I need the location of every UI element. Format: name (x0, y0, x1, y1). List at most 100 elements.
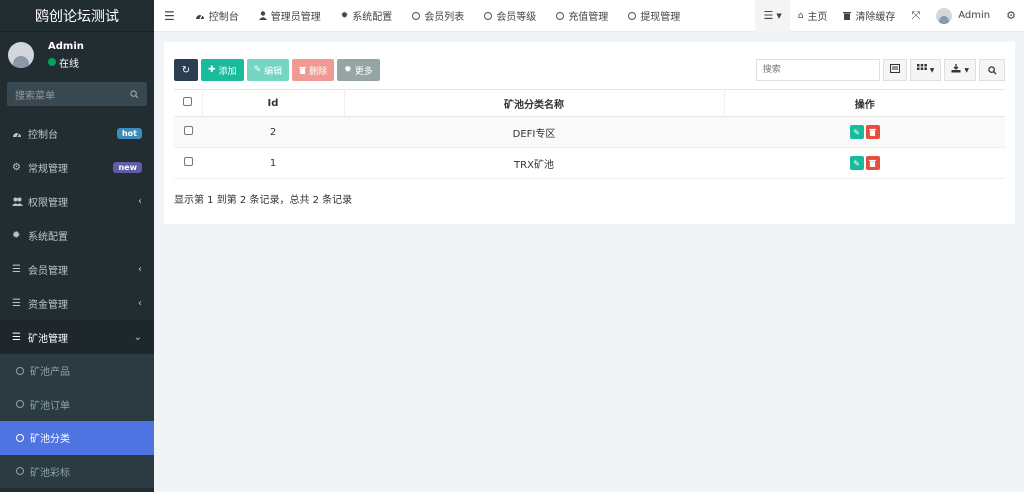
gear-icon: ✹ (344, 65, 352, 75)
nav-tab-member-list[interactable]: 会员列表 (402, 0, 474, 32)
circle-icon (16, 433, 24, 442)
data-table: Id 矿池分类名称 操作 2 DEFI专区 ✎ 1 TRX矿池 ✎ (174, 89, 1005, 179)
admin-user-menu[interactable]: Admin (928, 0, 998, 32)
cell-name: DEFI专区 (344, 116, 724, 148)
circle-icon (412, 11, 421, 20)
circle-icon (484, 11, 493, 20)
select-all-cell (174, 89, 203, 117)
export-dropdown-button[interactable]: ▼ (944, 59, 976, 81)
nav-tab-withdraw[interactable]: 提现管理 (618, 0, 690, 32)
toggle-view-button[interactable] (882, 59, 907, 81)
user-panel: Admin 在线 (0, 32, 154, 78)
sidebar-subitem-pool-categories[interactable]: 矿池分类 (0, 421, 154, 455)
column-header-id[interactable]: Id (202, 89, 345, 117)
circle-icon (556, 11, 565, 20)
badge-new: new (113, 161, 142, 173)
home-link[interactable]: ⌂ 主页 (790, 0, 836, 32)
refresh-icon: ↻ (181, 64, 191, 76)
row-delete-button[interactable] (865, 125, 880, 139)
top-navbar: ☰ 控制台 管理员管理 ✹ 系统配置 会员列表 会员等级 充值管理 提现管理 ☰ ▼… (154, 0, 1024, 32)
nav-tab-system-config[interactable]: ✹ 系统配置 (331, 0, 403, 32)
refresh-button[interactable]: ↻ (174, 59, 198, 81)
gear-icon: ✹ (340, 10, 349, 21)
plus-icon: ✚ (208, 65, 216, 75)
search-button[interactable] (979, 59, 1005, 81)
list-icon: ☰ (12, 263, 21, 275)
circle-icon (16, 400, 24, 409)
sidebar-item-mining-pool[interactable]: ☰ 矿池管理 ⌄ (0, 320, 154, 354)
chevron-left-icon: ‹ (138, 195, 142, 207)
cogs-icon: ⚙ (12, 161, 21, 173)
hamburger-icon: ☰ (164, 8, 175, 23)
sidebar-toggle-button[interactable]: ☰ (154, 0, 185, 32)
row-checkbox[interactable] (183, 126, 193, 135)
circle-icon (628, 11, 637, 20)
clear-cache-button[interactable]: 清除缓存 (835, 0, 903, 32)
pencil-icon: ✎ (853, 158, 860, 168)
nav-tabs-dropdown-button[interactable]: ☰ ▼ (755, 0, 790, 32)
row-edit-button[interactable]: ✎ (849, 125, 864, 139)
row-edit-button[interactable]: ✎ (849, 156, 864, 170)
nav-tab-recharge[interactable]: 充值管理 (546, 0, 618, 32)
column-header-name[interactable]: 矿池分类名称 (344, 89, 725, 117)
row-checkbox-cell (174, 147, 202, 179)
settings-button[interactable]: ⚙ (998, 0, 1024, 32)
app-logo[interactable]: 鸥创论坛测试 (0, 0, 154, 32)
sidebar-subitem-pool-colors[interactable]: 矿池彩标 (0, 455, 154, 489)
search-icon (130, 89, 139, 99)
columns-dropdown-button[interactable]: ▼ (909, 59, 942, 81)
table-toolbar: ↻ ✚ 添加 ✎ 编辑 删除 ✹ 更多 (174, 59, 380, 81)
home-icon: ⌂ (797, 10, 804, 21)
chevron-down-icon: ⌄ (133, 331, 142, 343)
nav-tab-member-level[interactable]: 会员等级 (474, 0, 546, 32)
trash-icon (299, 66, 307, 74)
caret-down-icon: ▼ (776, 11, 782, 20)
fullscreen-button[interactable]: ⤧ (903, 0, 928, 32)
nav-tab-dashboard[interactable]: 控制台 (185, 0, 249, 32)
caret-down-icon: ▼ (929, 66, 935, 74)
table-row[interactable]: 1 TRX矿池 ✎ (174, 147, 1005, 179)
list-icon: ☰ (12, 331, 21, 343)
select-all-checkbox[interactable] (183, 97, 193, 106)
trash-icon (869, 159, 876, 167)
sidebar-item-dashboard[interactable]: 控制台 hot (0, 116, 154, 150)
download-icon (951, 64, 961, 76)
table-row[interactable]: 2 DEFI专区 ✎ (174, 116, 1005, 148)
sidebar-item-permissions[interactable]: 权限管理 ‹ (0, 184, 154, 218)
sidebar-item-general[interactable]: ⚙ 常规管理 new (0, 150, 154, 184)
grid-icon (916, 64, 927, 76)
sidebar-subitem-pool-orders[interactable]: 矿池订单 (0, 388, 154, 422)
circle-icon (16, 366, 24, 375)
pagination-summary: 显示第 1 到第 2 条记录，总共 2 条记录 (174, 195, 353, 206)
row-checkbox[interactable] (183, 157, 193, 166)
edit-button[interactable]: ✎ 编辑 (246, 59, 290, 81)
search-input[interactable] (755, 59, 880, 81)
sidebar-item-system-config[interactable]: ✹ 系统配置 (0, 218, 154, 252)
list-icon: ☰ (12, 297, 21, 309)
row-checkbox-cell (174, 116, 202, 148)
user-name: Admin (48, 40, 84, 52)
cogs-icon: ⚙ (1006, 9, 1016, 22)
list-icon: ☰ (763, 9, 774, 22)
sidebar-search-input[interactable]: 搜索菜单 (7, 82, 147, 106)
trash-icon (869, 128, 876, 136)
user-icon (258, 11, 267, 20)
row-delete-button[interactable] (865, 156, 880, 170)
sidebar-item-members[interactable]: ☰ 会员管理 ‹ (0, 252, 154, 286)
expand-icon: ⤧ (911, 8, 921, 22)
pencil-icon: ✎ (853, 127, 860, 137)
chevron-left-icon: ‹ (138, 263, 142, 275)
add-button[interactable]: ✚ 添加 (201, 59, 244, 81)
sidebar-item-funds[interactable]: ☰ 资金管理 ‹ (0, 286, 154, 320)
more-button[interactable]: ✹ 更多 (337, 59, 380, 81)
delete-button[interactable]: 删除 (292, 59, 335, 81)
table-tools: ▼ ▼ (755, 59, 1005, 81)
sidebar-subitem-pool-products[interactable]: 矿池产品 (0, 354, 154, 388)
submenu-mining-pool: 矿池产品 矿池订单 矿池分类 矿池彩标 (0, 354, 154, 488)
content-panel: ↻ ✚添加 ✎编辑 删除 ✹更多 ▼ ▼ Id 矿池分类名称 操作 2 DEFI… (164, 42, 1015, 224)
nav-tab-admins[interactable]: 管理员管理 (249, 0, 331, 32)
badge-hot: hot (116, 127, 142, 139)
cell-id: 2 (202, 116, 344, 148)
avatar (936, 7, 953, 24)
users-icon (12, 197, 24, 206)
